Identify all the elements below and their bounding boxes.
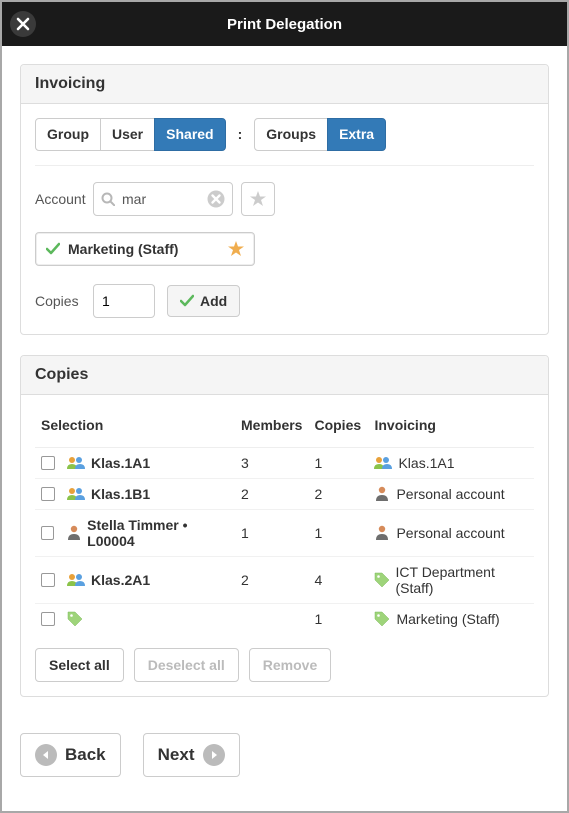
clear-search-icon[interactable] [207, 190, 225, 208]
invoicing-tab-row: Group User Shared : Groups Extra [35, 118, 534, 166]
close-icon [16, 17, 30, 31]
row-name: Klas.2A1 [91, 572, 150, 588]
close-button[interactable] [10, 11, 36, 37]
group-icon [67, 486, 85, 502]
group-icon [67, 455, 85, 471]
copies-input[interactable] [93, 284, 155, 318]
dialog-header: Print Delegation [2, 2, 567, 46]
col-invoicing: Invoicing [368, 409, 534, 448]
copies-label: Copies [35, 293, 93, 309]
col-selection: Selection [35, 409, 235, 448]
row-invoicing: Marketing (Staff) [396, 611, 499, 627]
row-invoicing: Personal account [396, 525, 504, 541]
col-members: Members [235, 409, 308, 448]
row-checkbox[interactable] [41, 487, 55, 501]
tab-shared[interactable]: Shared [154, 118, 225, 151]
copies-panel: Copies Selection Members Copies Invoicin… [20, 355, 549, 697]
group-icon [374, 455, 392, 471]
row-copies: 4 [308, 556, 368, 603]
tag-icon [374, 572, 389, 588]
row-checkbox[interactable] [41, 573, 55, 587]
row-name: Klas.1A1 [91, 455, 150, 471]
row-members [235, 603, 308, 634]
row-copies: 1 [308, 509, 368, 556]
row-invoicing: ICT Department (Staff) [396, 564, 529, 596]
chip-label: Marketing (Staff) [68, 241, 178, 257]
next-label: Next [158, 745, 195, 765]
invoicing-heading: Invoicing [21, 65, 548, 104]
row-name: Klas.1B1 [91, 486, 150, 502]
back-arrow-icon [35, 744, 57, 766]
copies-heading: Copies [21, 356, 548, 395]
tab-group[interactable]: Group [35, 118, 101, 151]
row-copies: 1 [308, 447, 368, 478]
account-label: Account [35, 191, 93, 207]
row-invoicing: Klas.1A1 [398, 455, 454, 471]
search-icon [101, 192, 115, 206]
invoicing-panel: Invoicing Group User Shared : Groups Ext… [20, 64, 549, 335]
dialog-title: Print Delegation [227, 16, 342, 33]
row-invoicing: Personal account [396, 486, 504, 502]
row-checkbox[interactable] [41, 456, 55, 470]
check-icon [180, 294, 194, 308]
remove-button[interactable]: Remove [249, 648, 331, 682]
person-icon [374, 525, 390, 541]
row-members: 2 [235, 556, 308, 603]
tab-extra[interactable]: Extra [327, 118, 386, 151]
group-icon [67, 572, 85, 588]
tab-user[interactable]: User [100, 118, 155, 151]
selected-account-chip[interactable]: Marketing (Staff) [35, 232, 255, 266]
favorite-button[interactable] [241, 182, 275, 216]
deselect-all-button[interactable]: Deselect all [134, 648, 239, 682]
select-all-button[interactable]: Select all [35, 648, 124, 682]
next-arrow-icon [203, 744, 225, 766]
table-row: Klas.1A1 31 Klas.1A1 [35, 447, 534, 478]
row-name: Stella Timmer • L00004 [87, 517, 229, 549]
row-members: 1 [235, 509, 308, 556]
back-label: Back [65, 745, 106, 765]
table-row: Stella Timmer • L0000411Personal account [35, 509, 534, 556]
tab-separator: : [226, 126, 255, 142]
tab-groups[interactable]: Groups [254, 118, 328, 151]
star-icon [228, 241, 244, 257]
copies-table: Selection Members Copies Invoicing Klas.… [35, 409, 534, 634]
tag-icon [374, 611, 390, 627]
row-members: 3 [235, 447, 308, 478]
check-icon [46, 242, 60, 256]
row-copies: 1 [308, 603, 368, 634]
table-row: Klas.2A1 24 ICT Department (Staff) [35, 556, 534, 603]
tag-icon [67, 611, 83, 627]
col-copies: Copies [308, 409, 368, 448]
next-button[interactable]: Next [143, 733, 240, 777]
add-button[interactable]: Add [167, 285, 240, 317]
table-row: Klas.1B1 22 Personal account [35, 478, 534, 509]
add-button-label: Add [200, 293, 227, 309]
person-icon [66, 525, 81, 541]
row-members: 2 [235, 478, 308, 509]
row-copies: 2 [308, 478, 368, 509]
table-row: 1 Marketing (Staff) [35, 603, 534, 634]
row-checkbox[interactable] [41, 612, 55, 626]
person-icon [374, 486, 390, 502]
back-button[interactable]: Back [20, 733, 121, 777]
star-icon [250, 191, 266, 207]
row-checkbox[interactable] [41, 526, 54, 540]
